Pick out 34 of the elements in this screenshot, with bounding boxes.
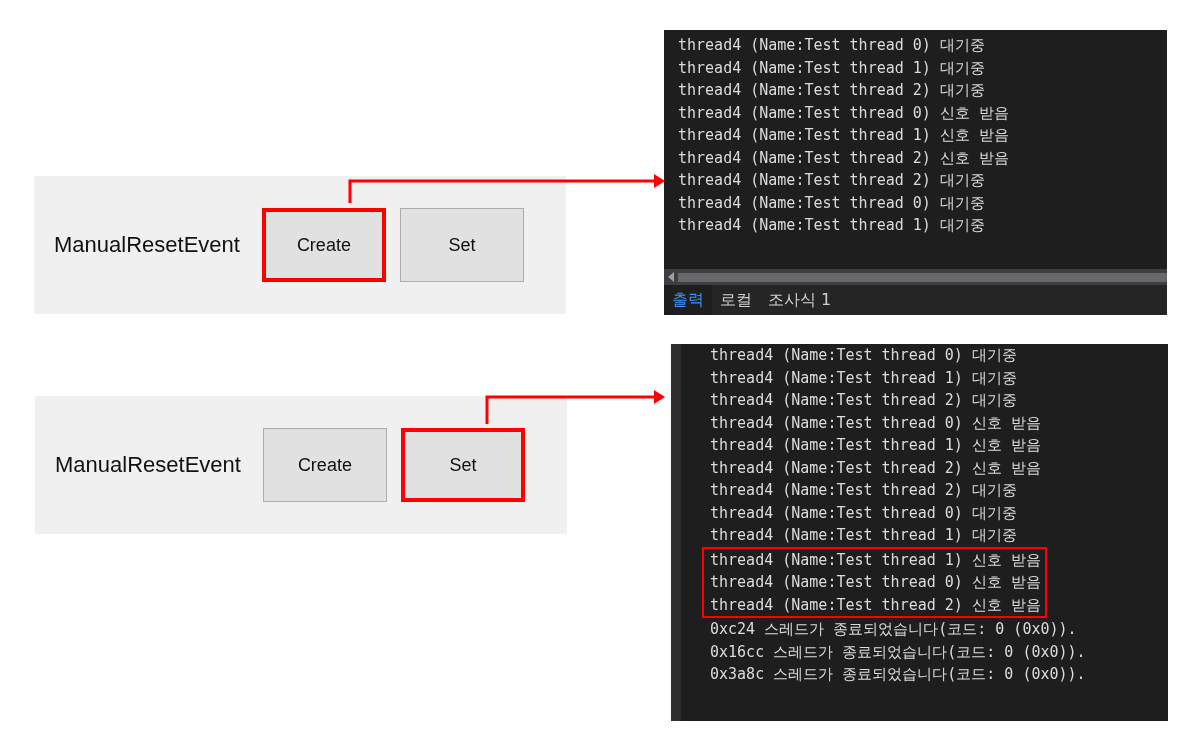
action-button[interactable]: Create: [262, 428, 387, 502]
output-line: thread4 (Name:Test thread 0) 신호 받음: [710, 572, 1041, 593]
output-line: thread4 (Name:Test thread 1) 신호 받음: [710, 435, 1042, 456]
output-line: thread4 (Name:Test thread 0) 신호 받음: [678, 102, 1010, 124]
output-line: thread4 (Name:Test thread 2) 대기중: [710, 480, 1018, 501]
action-button[interactable]: Set: [400, 428, 525, 502]
form-label: ManualResetEvent: [55, 452, 241, 478]
panel-tab[interactable]: 로컬: [712, 285, 760, 315]
output-line: thread4 (Name:Test thread 2) 대기중: [678, 170, 986, 191]
output-line: thread4 (Name:Test thread 1) 대기중: [710, 367, 1018, 389]
panel-tab[interactable]: 조사식 1: [760, 285, 840, 315]
output-line: 0xc24 스레드가 종료되었습니다(코드: 0 (0x0)).: [710, 619, 1078, 640]
output-line: thread4 (Name:Test thread 0) 대기중: [678, 35, 986, 56]
output-line: thread4 (Name:Test thread 2) 신호 받음: [710, 594, 1041, 616]
form-label: ManualResetEvent: [54, 232, 240, 258]
output-line: thread4 (Name:Test thread 2) 신호 받음: [678, 147, 1010, 169]
output-line: thread4 (Name:Test thread 0) 대기중: [678, 192, 986, 214]
output-line: thread4 (Name:Test thread 2) 대기중: [710, 390, 1018, 411]
output-line: thread4 (Name:Test thread 0) 신호 받음: [710, 412, 1042, 434]
output-line: thread4 (Name:Test thread 2) 대기중: [678, 80, 986, 101]
output-line: thread4 (Name:Test thread 1) 대기중: [678, 57, 986, 79]
output-line: 0x3a8c 스레드가 종료되었습니다(코드: 0 (0x0)).: [710, 664, 1087, 685]
action-button[interactable]: Set: [399, 208, 524, 282]
horizontal-scrollbar[interactable]: [664, 269, 1167, 285]
output-line: thread4 (Name:Test thread 0) 대기중: [710, 502, 1018, 524]
output-line: thread4 (Name:Test thread 1) 신호 받음: [710, 549, 1041, 571]
output-line: thread4 (Name:Test thread 1) 대기중: [678, 215, 986, 236]
output-line: thread4 (Name:Test thread 1) 대기중: [710, 525, 1018, 546]
action-button[interactable]: Create: [261, 208, 386, 282]
panel-tab[interactable]: 출력: [664, 285, 712, 315]
output-line: thread4 (Name:Test thread 0) 대기중: [710, 345, 1018, 366]
output-line: thread4 (Name:Test thread 2) 신호 받음: [710, 457, 1042, 479]
output-line: 0x16cc 스레드가 종료되었습니다(코드: 0 (0x0)).: [710, 641, 1087, 663]
output-line: thread4 (Name:Test thread 1) 신호 받음: [678, 125, 1010, 146]
